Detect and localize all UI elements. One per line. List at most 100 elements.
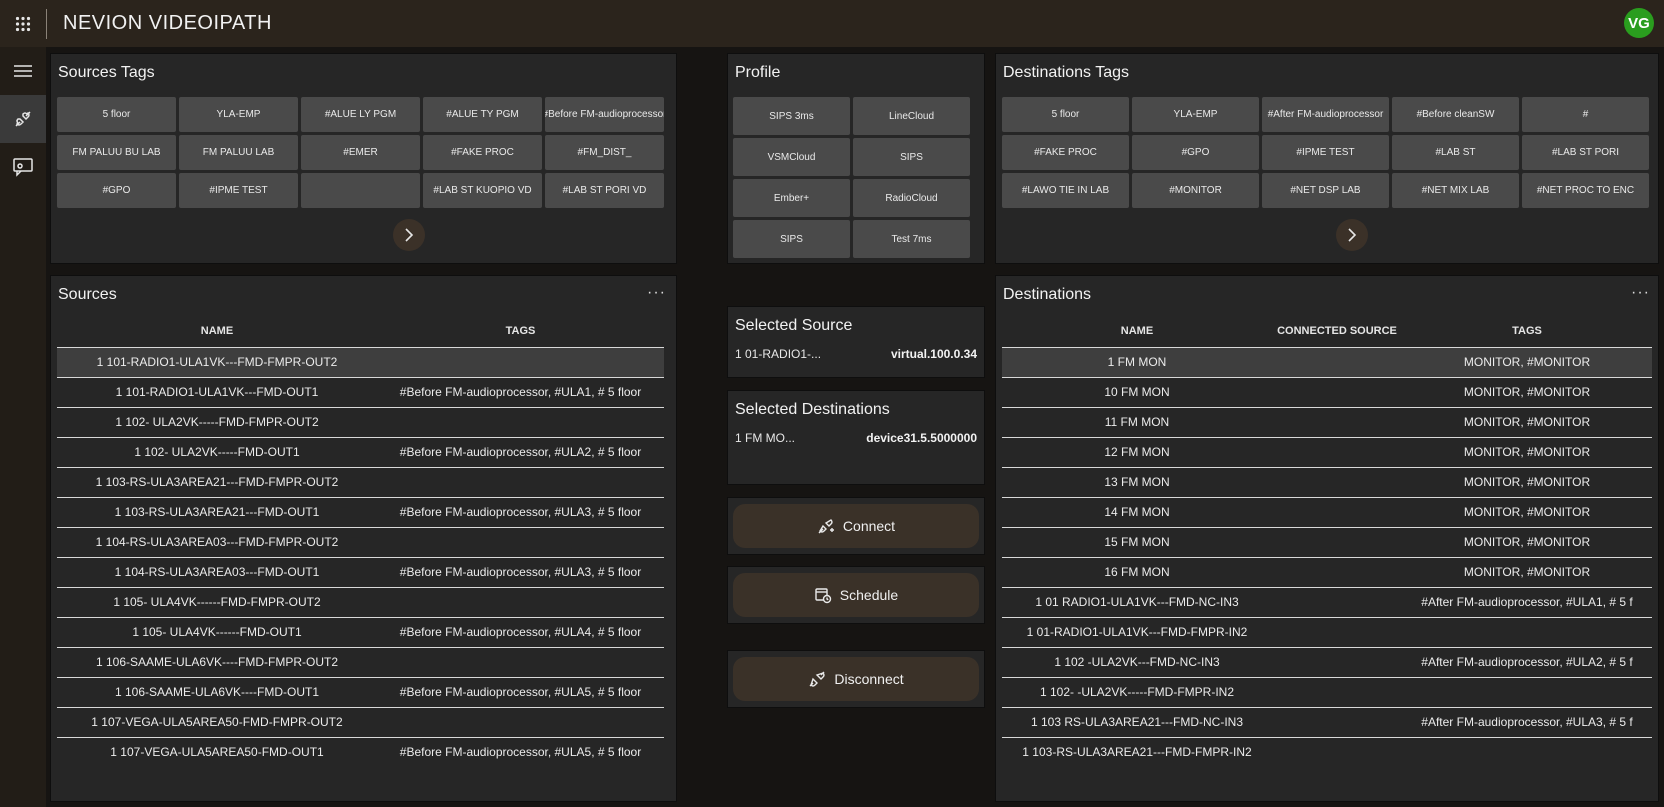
destination-row[interactable]: 1 102- -ULA2VK-----FMD-FMPR-IN2	[1002, 676, 1652, 707]
selected-source-name: 1 01-RADIO1-...	[735, 347, 822, 361]
destination-tag-chip[interactable]: #GPO	[1132, 135, 1259, 170]
destination-tags-cell: MONITOR, #MONITOR	[1402, 376, 1652, 407]
source-row[interactable]: 1 103-RS-ULA3AREA21---FMD-OUT1 #Before FM…	[57, 496, 664, 527]
monitor-chat-icon[interactable]	[0, 143, 46, 191]
selected-source-value: virtual.100.0.34	[890, 347, 977, 361]
source-tag-chip[interactable]	[301, 173, 420, 208]
source-row[interactable]: 1 106-SAAME-ULA6VK----FMD-FMPR-OUT2	[57, 646, 664, 677]
destination-row[interactable]: 1 FM MON MONITOR, #MONITOR	[1002, 346, 1652, 377]
destination-tag-chip[interactable]: #Before cleanSW	[1392, 97, 1519, 132]
sources-col-name[interactable]: NAME	[57, 315, 377, 347]
destination-source-cell	[1272, 496, 1402, 527]
destination-row[interactable]: 13 FM MON MONITOR, #MONITOR	[1002, 466, 1652, 497]
calendar-clock-icon	[815, 588, 831, 604]
destinations-col-tags[interactable]: TAGS	[1402, 315, 1652, 347]
profile-chip[interactable]: Test 7ms	[853, 220, 970, 258]
source-tag-chip[interactable]: #GPO	[57, 173, 176, 208]
source-tag-chip[interactable]: #ALUE TY PGM	[423, 97, 542, 132]
destination-tag-chip[interactable]: #MONITOR	[1132, 173, 1259, 208]
profile-chip[interactable]: Ember+	[733, 179, 850, 217]
destinations-more-icon[interactable]: ···	[1631, 284, 1650, 302]
schedule-button[interactable]: Schedule	[733, 573, 979, 617]
source-row[interactable]: 1 107-VEGA-ULA5AREA50-FMD-FMPR-OUT2	[57, 706, 664, 737]
destination-tag-chip[interactable]: #FAKE PROC	[1002, 135, 1129, 170]
destination-name-cell: 15 FM MON	[1002, 526, 1272, 557]
source-tag-chip[interactable]: #EMER	[301, 135, 420, 170]
source-tag-chip[interactable]: #Before FM-audioprocessor	[545, 97, 664, 132]
destination-tag-chip[interactable]: 5 floor	[1002, 97, 1129, 132]
destination-row[interactable]: 12 FM MON MONITOR, #MONITOR	[1002, 436, 1652, 467]
source-tag-chip[interactable]: FM PALUU BU LAB	[57, 135, 176, 170]
source-row[interactable]: 1 104-RS-ULA3AREA03---FMD-FMPR-OUT2	[57, 526, 664, 557]
source-tags-cell: #Before FM-audioprocessor, #ULA1, # 5 fl…	[377, 376, 664, 407]
destination-tag-chip[interactable]: #NET MIX LAB	[1392, 173, 1519, 208]
sources-col-tags[interactable]: TAGS	[377, 315, 664, 347]
profile-chip[interactable]: SIPS	[853, 138, 970, 176]
source-tag-chip[interactable]: #LAB ST PORI VD	[545, 173, 664, 208]
destinations-col-name[interactable]: NAME	[1002, 315, 1272, 347]
destination-tags-cell: #After FM-audioprocessor, #ULA3, # 5 f	[1402, 706, 1652, 737]
destinations-tags-next-button[interactable]	[1336, 219, 1368, 251]
destination-row[interactable]: 1 01-RADIO1-ULA1VK---FMD-FMPR-IN2	[1002, 616, 1652, 647]
source-row[interactable]: 1 105- ULA4VK------FMD-FMPR-OUT2	[57, 586, 664, 617]
destination-tag-chip[interactable]: #NET DSP LAB	[1262, 173, 1389, 208]
destination-tag-chip[interactable]: YLA-EMP	[1132, 97, 1259, 132]
sources-more-icon[interactable]: ···	[647, 284, 666, 302]
profile-chip[interactable]: SIPS 3ms	[733, 97, 850, 135]
destination-row[interactable]: 14 FM MON MONITOR, #MONITOR	[1002, 496, 1652, 527]
destination-tag-chip[interactable]: #LAB ST	[1392, 135, 1519, 170]
destination-name-cell: 1 01-RADIO1-ULA1VK---FMD-FMPR-IN2	[1002, 616, 1272, 647]
destination-name-cell: 1 103-RS-ULA3AREA21---FMD-FMPR-IN2	[1002, 736, 1272, 767]
destination-tag-chip[interactable]: #LAWO TIE IN LAB	[1002, 173, 1129, 208]
source-tag-chip[interactable]: YLA-EMP	[179, 97, 298, 132]
profile-chip[interactable]: VSMCloud	[733, 138, 850, 176]
profile-chip[interactable]: SIPS	[733, 220, 850, 258]
destination-tag-chip[interactable]: #IPME TEST	[1262, 135, 1389, 170]
apps-grid-icon[interactable]	[0, 0, 46, 47]
destination-name-cell: 10 FM MON	[1002, 376, 1272, 407]
destination-row[interactable]: 1 103-RS-ULA3AREA21---FMD-FMPR-IN2	[1002, 736, 1652, 767]
destination-row[interactable]: 11 FM MON MONITOR, #MONITOR	[1002, 406, 1652, 437]
disconnect-button[interactable]: Disconnect	[733, 657, 979, 701]
destination-tag-chip[interactable]: #LAB ST PORI	[1522, 135, 1649, 170]
source-tag-chip[interactable]: #IPME TEST	[179, 173, 298, 208]
destination-row[interactable]: 1 01 RADIO1-ULA1VK---FMD-NC-IN3 #After FM…	[1002, 586, 1652, 617]
user-avatar[interactable]: VG	[1624, 8, 1654, 38]
left-nav-rail	[0, 47, 46, 807]
source-row[interactable]: 1 101-RADIO1-ULA1VK---FMD-FMPR-OUT2	[57, 346, 664, 377]
destinations-col-connected-source[interactable]: CONNECTED SOURCE	[1272, 315, 1402, 347]
destination-row[interactable]: 1 102 -ULA2VK---FMD-NC-IN3 #After FM-audi…	[1002, 646, 1652, 677]
menu-icon[interactable]	[0, 47, 46, 95]
source-tag-chip[interactable]: #LAB ST KUOPIO VD	[423, 173, 542, 208]
source-row[interactable]: 1 102- ULA2VK-----FMD-OUT1 #Before FM-aud…	[57, 436, 664, 467]
profile-chip[interactable]: RadioCloud	[853, 179, 970, 217]
source-row[interactable]: 1 104-RS-ULA3AREA03---FMD-OUT1 #Before FM…	[57, 556, 664, 587]
source-row[interactable]: 1 103-RS-ULA3AREA21---FMD-FMPR-OUT2	[57, 466, 664, 497]
destination-row[interactable]: 10 FM MON MONITOR, #MONITOR	[1002, 376, 1652, 407]
source-tag-chip[interactable]: 5 floor	[57, 97, 176, 132]
connect-plug-icon[interactable]	[0, 95, 46, 143]
destination-row[interactable]: 15 FM MON MONITOR, #MONITOR	[1002, 526, 1652, 557]
destination-row[interactable]: 16 FM MON MONITOR, #MONITOR	[1002, 556, 1652, 587]
sources-tags-next-button[interactable]	[393, 219, 425, 251]
connect-button[interactable]: Connect	[733, 504, 979, 548]
destination-tag-chip[interactable]: #	[1522, 97, 1649, 132]
destination-tag-chip[interactable]: #NET PROC TO ENC	[1522, 173, 1649, 208]
destination-source-cell	[1272, 736, 1402, 767]
source-tag-chip[interactable]: #FAKE PROC	[423, 135, 542, 170]
source-row[interactable]: 1 102- ULA2VK-----FMD-FMPR-OUT2	[57, 406, 664, 437]
destination-name-cell: 1 01 RADIO1-ULA1VK---FMD-NC-IN3	[1002, 586, 1272, 617]
connect-panel: Connect	[727, 497, 985, 555]
source-tag-chip[interactable]: #FM_DIST_	[545, 135, 664, 170]
source-row[interactable]: 1 107-VEGA-ULA5AREA50-FMD-OUT1 #Before FM…	[57, 736, 664, 767]
chevron-right-icon	[405, 228, 414, 242]
source-row[interactable]: 1 106-SAAME-ULA6VK----FMD-OUT1 #Before FM…	[57, 676, 664, 707]
source-tag-chip[interactable]: FM PALUU LAB	[179, 135, 298, 170]
destinations-tags-grid: 5 floor YLA-EMP #After FM-audioprocessor #B…	[1002, 97, 1649, 208]
source-row[interactable]: 1 105- ULA4VK------FMD-OUT1 #Before FM-au…	[57, 616, 664, 647]
destination-row[interactable]: 1 103 RS-ULA3AREA21---FMD-NC-IN3 #After F…	[1002, 706, 1652, 737]
destination-tag-chip[interactable]: #After FM-audioprocessor	[1262, 97, 1389, 132]
source-tag-chip[interactable]: #ALUE LY PGM	[301, 97, 420, 132]
profile-chip[interactable]: LineCloud	[853, 97, 970, 135]
source-row[interactable]: 1 101-RADIO1-ULA1VK---FMD-OUT1 #Before FM…	[57, 376, 664, 407]
